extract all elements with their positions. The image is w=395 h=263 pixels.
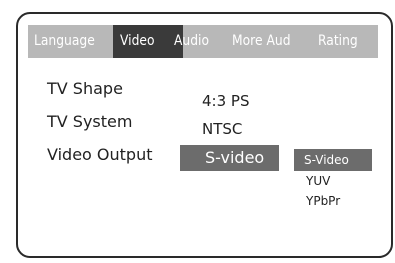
tv-system-label: TV System xyxy=(47,112,133,131)
tab-language[interactable]: Language xyxy=(34,25,95,58)
tab-audio[interactable]: Audio xyxy=(174,25,209,58)
option-ypbpr[interactable]: YPbPr xyxy=(294,191,372,211)
option-s-video[interactable]: S-Video xyxy=(294,149,372,171)
tv-system-value[interactable]: NTSC xyxy=(202,120,242,138)
tab-rating[interactable]: Rating xyxy=(318,25,358,58)
tab-more-aud[interactable]: More Aud xyxy=(232,25,291,58)
tab-video[interactable]: Video xyxy=(120,25,155,58)
setup-menu-panel: Language Video Audio More Aud Rating TV … xyxy=(16,12,393,258)
video-output-label: Video Output xyxy=(47,145,153,164)
option-yuv[interactable]: YUV xyxy=(294,171,372,191)
video-output-value[interactable]: S-video xyxy=(180,145,279,171)
menu-tab-bar: Language Video Audio More Aud Rating xyxy=(28,25,378,58)
tv-shape-value[interactable]: 4:3 PS xyxy=(202,92,249,110)
video-output-options: S-Video YUV YPbPr xyxy=(294,149,372,211)
tv-shape-label: TV Shape xyxy=(47,79,123,98)
